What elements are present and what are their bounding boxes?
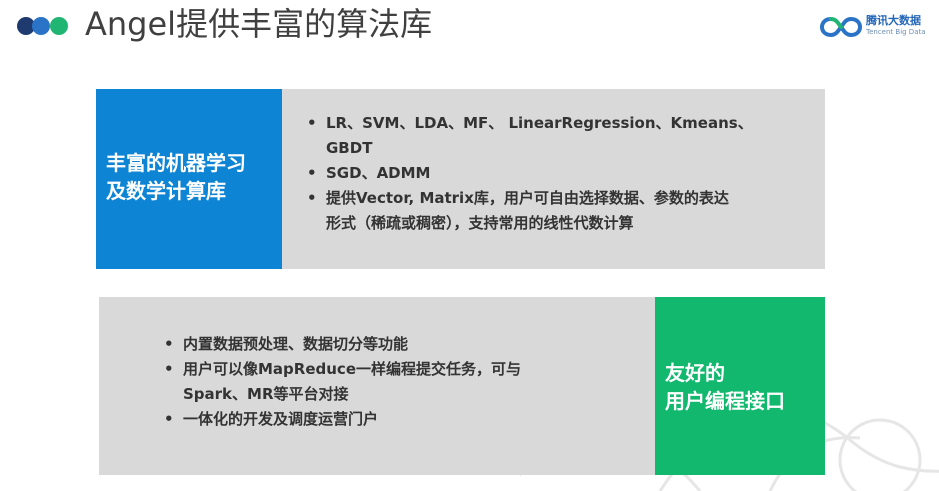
list-item-text-continued: Spark、MR等平台对接 [183, 385, 349, 403]
list-item-text: LR、SVM、LDA、MF、 LinearRegression、Kmeans、 [326, 114, 753, 132]
programming-interface-label: 友好的 用户编程接口 [665, 359, 785, 415]
programming-interface-content: • 内置数据预处理、数据切分等功能 • 用户可以像MapReduce一样编程提交… [99, 297, 655, 475]
ml-library-label-line1: 丰富的机器学习 [106, 151, 246, 175]
ml-library-label-block: 丰富的机器学习 及数学计算库 [96, 89, 282, 269]
list-item: • 内置数据预处理、数据切分等功能 [161, 332, 631, 357]
programming-interface-label-line1: 友好的 [665, 361, 725, 385]
ml-library-label: 丰富的机器学习 及数学计算库 [106, 149, 246, 205]
programming-interface-label-block: 友好的 用户编程接口 [655, 297, 825, 475]
title-dots-icon [17, 12, 73, 38]
list-item: • 一体化的开发及调度运营门户 [161, 407, 631, 432]
list-item: • 用户可以像MapReduce一样编程提交任务，可与 Spark、MR等平台对… [161, 357, 631, 407]
list-item-text: 一体化的开发及调度运营门户 [183, 410, 379, 428]
list-item-text: 提供Vector, Matrix库，用户可自由选择数据、参数的表达 [326, 189, 729, 207]
bullet-icon: • [164, 360, 174, 378]
bullet-icon: • [164, 335, 174, 353]
tencent-big-data-logo: 腾讯大数据 Tencent Big Data [820, 13, 932, 43]
list-item-text: SGD、ADMM [326, 164, 431, 182]
slide: Angel提供丰富的算法库 腾讯大数据 Tencent Big Data 丰富的… [0, 0, 939, 491]
ml-library-content: • LR、SVM、LDA、MF、 LinearRegression、Kmeans… [282, 89, 825, 269]
bullet-icon: • [307, 164, 317, 182]
list-item: • LR、SVM、LDA、MF、 LinearRegression、Kmeans… [304, 111, 814, 161]
ml-library-bullet-list: • LR、SVM、LDA、MF、 LinearRegression、Kmeans… [304, 111, 814, 236]
logo-text-cn: 腾讯大数据 [866, 14, 921, 27]
list-item: • 提供Vector, Matrix库，用户可自由选择数据、参数的表达 形式（稀… [304, 186, 814, 236]
bullet-icon: • [164, 410, 174, 428]
dot-blue-icon [32, 17, 50, 35]
list-item-text-continued: GBDT [326, 139, 373, 157]
programming-interface-label-line2: 用户编程接口 [665, 389, 785, 413]
page-title: Angel提供丰富的算法库 [85, 5, 433, 43]
ml-library-label-line2: 及数学计算库 [106, 179, 226, 203]
list-item-text-continued: 形式（稀疏或稠密），支持常用的线性代数计算 [326, 214, 634, 232]
bullet-icon: • [307, 189, 317, 207]
list-item-text: 用户可以像MapReduce一样编程提交任务，可与 [183, 360, 521, 378]
dot-green-icon [50, 17, 68, 35]
list-item: • SGD、ADMM [304, 161, 814, 186]
infinity-logo-icon [820, 16, 862, 38]
list-item-text: 内置数据预处理、数据切分等功能 [183, 335, 409, 353]
programming-interface-bullet-list: • 内置数据预处理、数据切分等功能 • 用户可以像MapReduce一样编程提交… [161, 332, 631, 432]
logo-text-en: Tencent Big Data [866, 28, 926, 36]
bullet-icon: • [307, 114, 317, 132]
